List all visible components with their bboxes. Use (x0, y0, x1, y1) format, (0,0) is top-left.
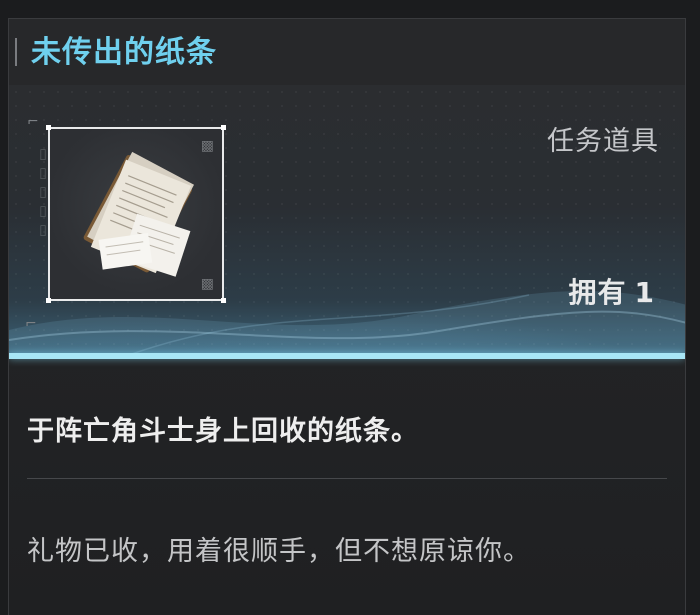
paper-documents-icon (83, 151, 195, 277)
item-flavor-text: 礼物已收，用着很顺手，但不想原谅你。 (27, 536, 531, 567)
item-title: 未传出的纸条 (31, 35, 217, 70)
frame-corner (46, 125, 51, 130)
item-detail-card: 未传出的纸条 ⌐ ⌐ ▯▯▯▯▯ ▩ ▩ 任务道具 拥有 1 于阵亡角斗士身上回… (8, 18, 686, 615)
owned-quantity: 拥有 1 (569, 271, 656, 311)
corner-bracket-top-left: ⌐ (27, 114, 39, 130)
frame-corner (221, 298, 226, 303)
owned-label: 拥有 (568, 276, 627, 309)
item-icon-frame: ▩ ▩ (46, 125, 226, 303)
title-accent-bar (15, 38, 17, 66)
banner-highlight-line (9, 353, 685, 359)
frame-corner (46, 298, 51, 303)
item-description: 于阵亡角斗士身上回收的纸条。 (27, 416, 419, 447)
title-bar: 未传出的纸条 (9, 19, 685, 85)
item-category: 任务道具 (547, 126, 659, 157)
frame-corner (221, 125, 226, 130)
section-divider (27, 478, 667, 479)
owned-count: 1 (634, 276, 655, 309)
corner-bracket-bottom-left: ⌐ (25, 316, 37, 332)
